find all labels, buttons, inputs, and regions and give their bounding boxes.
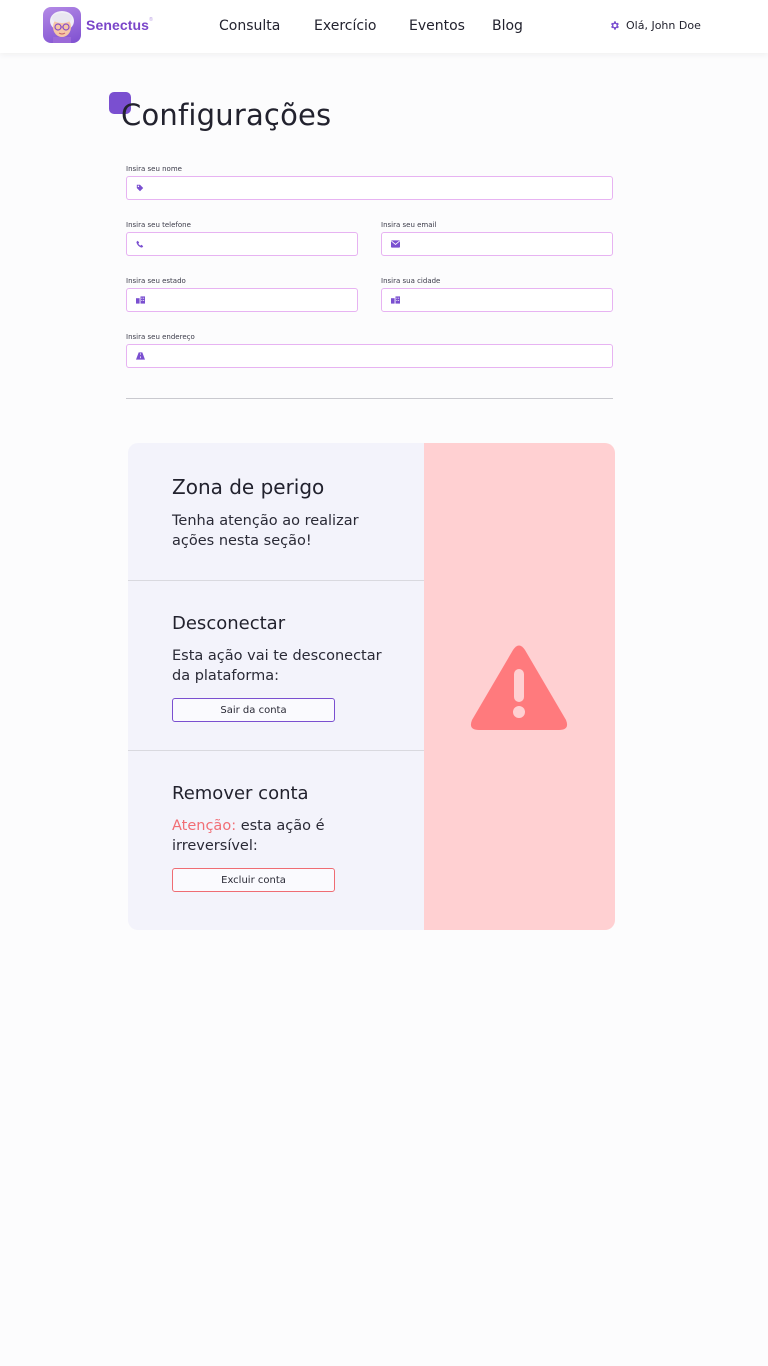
logo-avatar-icon	[43, 7, 81, 43]
logout-section: Desconectar Esta ação vai te desconectar…	[128, 580, 424, 750]
city-icon	[391, 296, 400, 304]
top-navbar: Senectus® Consulta Exercício Eventos Blo…	[0, 0, 768, 53]
danger-zone-content: Zona de perigo Tenha atenção ao realizar…	[128, 443, 424, 930]
user-greeting: Olá, John Doe	[626, 19, 701, 32]
address-label: Insira seu endereço	[126, 333, 195, 341]
brand-logo[interactable]: Senectus®	[43, 7, 153, 43]
name-label: Insira seu nome	[126, 165, 182, 173]
warning-word: Atenção:	[172, 818, 237, 834]
section-divider	[126, 398, 613, 399]
state-input-box[interactable]	[126, 288, 358, 312]
danger-zone-subtitle: Tenha atenção ao realizar ações nesta se…	[172, 513, 359, 549]
city-input[interactable]	[406, 289, 612, 311]
phone-icon	[136, 240, 144, 248]
phone-input[interactable]	[150, 233, 357, 255]
nav-exercicio[interactable]: Exercício	[314, 18, 377, 34]
email-field: Insira seu email	[381, 221, 613, 256]
delete-account-title: Remover conta	[172, 783, 309, 804]
road-icon	[136, 352, 145, 360]
city-label: Insira sua cidade	[381, 277, 441, 285]
city-field: Insira sua cidade	[381, 277, 613, 312]
phone-input-box[interactable]	[126, 232, 358, 256]
address-input[interactable]	[151, 345, 612, 367]
delete-account-section: Remover conta Atenção: esta ação é irrev…	[128, 750, 424, 930]
envelope-icon	[391, 240, 400, 248]
logout-text: Esta ação vai te desconectar da platafor…	[172, 648, 382, 684]
email-input-box[interactable]	[381, 232, 613, 256]
address-input-box[interactable]	[126, 344, 613, 368]
phone-label: Insira seu telefone	[126, 221, 191, 229]
name-input-box[interactable]	[126, 176, 613, 200]
tag-icon	[136, 184, 144, 192]
city-input-box[interactable]	[381, 288, 613, 312]
email-label: Insira seu email	[381, 221, 437, 229]
user-menu[interactable]: Olá, John Doe	[609, 19, 701, 32]
page-title: Configurações	[121, 98, 332, 132]
name-field: Insira seu nome	[126, 165, 613, 200]
delete-account-text: Atenção: esta ação é irreversível:	[172, 816, 402, 856]
logout-button[interactable]: Sair da conta	[172, 698, 335, 722]
danger-zone-title: Zona de perigo	[172, 475, 325, 499]
danger-zone-intro: Zona de perigo Tenha atenção ao realizar…	[128, 443, 424, 580]
logout-title: Desconectar	[172, 613, 286, 634]
danger-zone-card: Zona de perigo Tenha atenção ao realizar…	[128, 443, 615, 930]
delete-account-button[interactable]: Excluir conta	[172, 868, 335, 892]
city-icon	[136, 296, 145, 304]
email-input[interactable]	[406, 233, 612, 255]
nav-consulta[interactable]: Consulta	[219, 18, 280, 34]
state-input[interactable]	[151, 289, 357, 311]
state-label: Insira seu estado	[126, 277, 186, 285]
state-field: Insira seu estado	[126, 277, 358, 312]
address-field: Insira seu endereço	[126, 333, 613, 368]
name-input[interactable]	[150, 177, 612, 199]
phone-field: Insira seu telefone	[126, 221, 358, 256]
danger-zone-illustration	[424, 443, 615, 930]
gear-icon	[611, 21, 619, 30]
warning-triangle-icon	[470, 645, 568, 730]
nav-blog[interactable]: Blog	[492, 18, 523, 34]
nav-eventos[interactable]: Eventos	[409, 18, 465, 34]
brand-name: Senectus®	[86, 17, 153, 33]
